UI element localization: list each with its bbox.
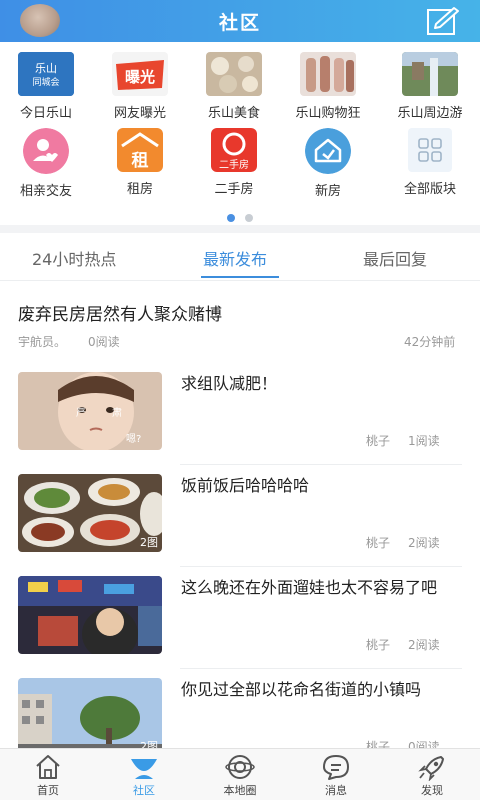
post-title: 这么晚还在外面遛娃也太不容易了吧 <box>181 578 438 597</box>
page-indicator <box>0 207 480 226</box>
tab-last-reply[interactable]: 最后回复 <box>363 246 427 270</box>
food-icon <box>206 52 262 96</box>
local-circle-icon <box>225 753 255 781</box>
thumbnail-caption: 严 <box>76 407 86 419</box>
divider <box>180 464 462 465</box>
rent-badge-text: 租 <box>132 150 149 171</box>
second-hand-badge-text: 二手房 <box>219 158 249 171</box>
message-icon <box>321 753 351 781</box>
leshan-today-icon: 乐山 同城会 <box>18 52 74 96</box>
exposure-badge-text: 曝光 <box>125 68 155 86</box>
dating-icon <box>23 128 69 174</box>
post-reads: 2阅读 <box>408 638 440 652</box>
post-thumbnail: 严 肃 嗯? <box>18 372 162 450</box>
shopping-icon <box>300 52 356 96</box>
post-title: 你见过全部以花命名街道的小镇吗 <box>181 680 422 699</box>
bottom-tab-bar: 首页 社区 本地圈 消息 发现 <box>0 748 480 800</box>
category-shopping[interactable]: 乐山购物狂 <box>282 52 374 121</box>
all-sections-icon <box>402 128 458 172</box>
tabbar-messages[interactable]: 消息 <box>288 749 384 800</box>
post-item[interactable]: 2图 饭前饭后哈哈哈哈 桃子 2阅读 <box>18 474 462 574</box>
home-icon <box>33 753 63 781</box>
tabbar-discover[interactable]: 发现 <box>384 749 480 800</box>
svg-text:同城会: 同城会 <box>32 76 59 88</box>
post-title: 求组队减肥！ <box>181 374 278 393</box>
category-grid: 乐山 同城会 今日乐山 曝光 网友曝光 乐山美食 乐山购物狂 乐山周边游 相亲交… <box>0 42 480 222</box>
category-second-hand-house[interactable]: 二手房 二手房 <box>188 128 280 197</box>
tabbar-community[interactable]: 社区 <box>96 749 192 800</box>
page-title: 社区 <box>218 12 261 34</box>
post-item[interactable]: 这么晚还在外面遛娃也太不容易了吧 桃子 2阅读 <box>18 576 462 676</box>
post-title: 饭前饭后哈哈哈哈 <box>181 476 310 495</box>
tab-latest[interactable]: 最新发布 <box>203 246 267 270</box>
post-reads: 2阅读 <box>408 536 440 550</box>
divider <box>180 668 462 669</box>
category-travel[interactable]: 乐山周边游 <box>384 52 476 121</box>
feature-post-author: 宇航员。 <box>18 335 67 349</box>
page-dot-active[interactable] <box>227 214 235 222</box>
rent-icon: 租 <box>112 128 168 172</box>
post-thumbnail: 2图 <box>18 678 162 756</box>
svg-text:乐山: 乐山 <box>35 62 57 75</box>
category-new-house[interactable]: 新房 <box>282 128 374 199</box>
new-house-icon <box>305 128 351 174</box>
post-author: 桃子 <box>366 434 391 448</box>
category-dating[interactable]: 相亲交友 <box>0 128 92 199</box>
post-item[interactable]: 严 肃 嗯? 求组队减肥！ 桃子 1阅读 <box>18 372 462 472</box>
second-hand-house-icon: 二手房 <box>206 128 262 172</box>
page-dot[interactable] <box>245 214 253 222</box>
community-icon <box>129 753 159 781</box>
post-thumbnail: 2图 <box>18 474 162 552</box>
section-separator <box>0 225 480 233</box>
active-tab-indicator <box>201 276 279 278</box>
post-author: 桃子 <box>366 536 391 550</box>
tabbar-local-circle[interactable]: 本地圈 <box>192 749 288 800</box>
category-leshan-today[interactable]: 乐山 同城会 今日乐山 <box>0 52 92 121</box>
exposure-icon: 曝光 <box>112 52 168 96</box>
discover-icon <box>417 753 447 782</box>
thumbnail-caption: 肃 <box>112 407 122 419</box>
feature-post-reads: 0阅读 <box>88 335 120 349</box>
compose-icon[interactable] <box>426 6 460 36</box>
category-all-sections[interactable]: 全部版块 <box>384 128 476 197</box>
tab-24h-hot[interactable]: 24小时热点 <box>32 246 116 270</box>
app-header: 社区 <box>0 0 480 42</box>
feature-post-time: 42分钟前 <box>404 335 456 349</box>
feature-post-title[interactable]: 废弃民房居然有人聚众赌博 <box>18 300 222 325</box>
divider <box>180 566 462 567</box>
thumbnail-caption: 嗯? <box>126 433 141 445</box>
image-count-badge: 2图 <box>140 536 158 549</box>
category-rent[interactable]: 租 租房 <box>94 128 186 197</box>
travel-icon <box>402 52 458 96</box>
category-food[interactable]: 乐山美食 <box>188 52 280 121</box>
category-exposure[interactable]: 曝光 网友曝光 <box>94 52 186 121</box>
post-reads: 1阅读 <box>408 434 440 448</box>
tabbar-home[interactable]: 首页 <box>0 749 96 800</box>
post-author: 桃子 <box>366 638 391 652</box>
post-thumbnail <box>18 576 162 654</box>
feed-tabs: 24小时热点 最新发布 最后回复 <box>0 233 480 281</box>
